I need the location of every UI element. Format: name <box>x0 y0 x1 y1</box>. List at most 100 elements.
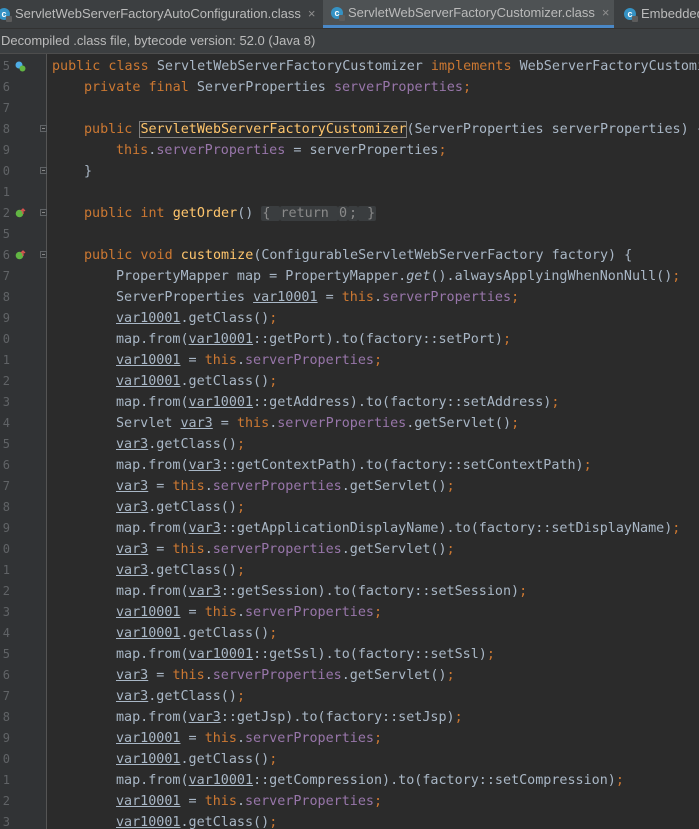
fold-toggle-icon[interactable] <box>40 125 47 132</box>
code-line[interactable]: 3 map.from(var10001::getAddress).to(facto… <box>0 392 699 413</box>
code-token: map.from( <box>116 773 189 788</box>
code-token: var10001 <box>116 605 181 620</box>
code-line[interactable]: 2 var10001 = this.serverProperties; <box>0 791 699 812</box>
code-line[interactable]: 7 <box>0 98 699 119</box>
code-token: serverProperties <box>245 794 374 809</box>
code-line[interactable]: 0 var10001.getClass(); <box>0 749 699 770</box>
code-line[interactable]: 9 this.serverProperties = serverPropertie… <box>0 140 699 161</box>
code-token: serverProperties <box>333 80 463 95</box>
code-line[interactable]: 3 var10001.getClass(); <box>0 812 699 829</box>
code-line[interactable]: 8 ServerProperties var10001 = this.server… <box>0 287 699 308</box>
code-line[interactable]: 2 map.from(var3::getSession).to(factory::… <box>0 581 699 602</box>
code-text: map.from(var10001::getPort).to(factory::… <box>116 329 511 350</box>
code-line[interactable]: 8 var3.getClass(); <box>0 497 699 518</box>
line-number: 5 <box>2 437 10 451</box>
code-token: ; <box>511 290 520 305</box>
code-token: ::getContextPath).to(factory::setContext… <box>220 458 584 473</box>
code-token: .getClass() <box>180 626 270 641</box>
line-number: 9 <box>2 143 10 157</box>
code-token: public void <box>84 248 181 263</box>
code-token: .getClass() <box>180 374 270 389</box>
code-line[interactable]: 0 map.from(var10001::getPort).to(factory:… <box>0 329 699 350</box>
code-line[interactable]: 2 public int getOrder() { return 0; } <box>0 203 699 224</box>
code-line[interactable]: 1 map.from(var10001::getCompression).to(f… <box>0 770 699 791</box>
code-line[interactable]: 9 var10001 = this.serverProperties; <box>0 728 699 749</box>
code-line[interactable]: 6 private final ServerProperties serverPr… <box>0 77 699 98</box>
code-token: ; <box>374 794 383 809</box>
close-icon[interactable]: × <box>308 0 316 28</box>
line-number: 9 <box>2 521 10 535</box>
code-line[interactable]: 7 var3 = this.serverProperties.getServlet… <box>0 476 699 497</box>
code-line[interactable]: 5 map.from(var10001::getSsl).to(factory::… <box>0 644 699 665</box>
code-token: { <box>261 206 280 221</box>
code-line[interactable]: 2 var10001.getClass(); <box>0 371 699 392</box>
code-line[interactable]: 1 <box>0 182 699 203</box>
code-line[interactable]: 9 map.from(var3::getApplicationDisplayNam… <box>0 518 699 539</box>
code-line[interactable]: 1 var10001 = this.serverProperties; <box>0 350 699 371</box>
code-line[interactable]: 4 Servlet var3 = this.serverProperties.ge… <box>0 413 699 434</box>
code-token: .getClass() <box>180 311 270 326</box>
code-line[interactable]: 5 <box>0 224 699 245</box>
code-token: this <box>204 353 237 368</box>
code-line[interactable]: 8 public ServletWebServerFactoryCustomize… <box>0 119 699 140</box>
code-token: var10001 <box>116 374 181 389</box>
code-text: var3 = this.serverProperties.getServlet(… <box>116 665 455 686</box>
class-file-icon: c <box>0 8 12 22</box>
code-token: . <box>204 668 213 683</box>
code-token: .getServlet() <box>341 542 447 557</box>
tab-label: EmbeddedServletContainerAutoConfiguratio… <box>641 6 699 21</box>
override-icon[interactable] <box>15 250 26 261</box>
code-token: serverProperties <box>245 605 374 620</box>
code-text: var10001.getClass(); <box>116 623 277 644</box>
code-line[interactable]: 9 var10001.getClass(); <box>0 308 699 329</box>
code-text: Servlet var3 = this.serverProperties.get… <box>116 413 519 434</box>
code-line[interactable]: 7 PropertyMapper map = PropertyMapper.get… <box>0 266 699 287</box>
code-token: . <box>236 605 245 620</box>
code-token: var10001 <box>253 290 318 305</box>
code-line[interactable]: 3 var10001 = this.serverProperties; <box>0 602 699 623</box>
code-text: map.from(var10001::getAddress).to(factor… <box>116 392 559 413</box>
code-line[interactable]: 7 var3.getClass(); <box>0 686 699 707</box>
decompiled-notice-banner: Decompiled .class file, bytecode version… <box>0 29 699 54</box>
code-token: var10001 <box>116 353 181 368</box>
code-token: = <box>212 416 237 431</box>
code-token: (ServerProperties serverProperties) { <box>406 122 699 137</box>
fold-toggle-icon[interactable] <box>40 209 47 216</box>
fold-toggle-icon[interactable] <box>40 167 47 174</box>
line-number: 4 <box>2 626 10 640</box>
code-token: ; <box>446 668 455 683</box>
code-token: serverProperties <box>277 416 407 431</box>
line-number: 1 <box>2 185 10 199</box>
line-number: 1 <box>2 773 10 787</box>
code-token: map.from( <box>116 521 189 536</box>
code-line[interactable]: 1 var3.getClass(); <box>0 560 699 581</box>
code-editor[interactable]: 5 public class ServletWebServerFactoryCus… <box>0 54 699 829</box>
tab-customizer[interactable]: c ServletWebServerFactoryCustomizer.clas… <box>323 0 614 28</box>
implementation-icon[interactable] <box>15 61 26 72</box>
override-icon[interactable] <box>15 208 26 219</box>
code-line[interactable]: 6 var3 = this.serverProperties.getServlet… <box>0 665 699 686</box>
code-line[interactable]: 0} <box>0 161 699 182</box>
code-line[interactable]: 5 var3.getClass(); <box>0 434 699 455</box>
code-token: this <box>172 542 205 557</box>
code-token: var10001 <box>116 815 181 829</box>
code-token: ; <box>672 269 681 284</box>
code-line[interactable]: 6 public void customize(ConfigurableServl… <box>0 245 699 266</box>
code-token: .getClass() <box>148 689 237 704</box>
code-token: ServletWebServerFactoryCustomizer <box>156 59 431 74</box>
code-token: ; <box>446 542 455 557</box>
fold-toggle-icon[interactable] <box>40 251 47 258</box>
code-text: public class ServletWebServerFactoryCust… <box>52 56 699 77</box>
code-token: ; <box>511 416 520 431</box>
code-text: var3 = this.serverProperties.getServlet(… <box>116 539 455 560</box>
code-line[interactable]: 4 var10001.getClass(); <box>0 623 699 644</box>
code-line[interactable]: 6 map.from(var3::getContextPath).to(facto… <box>0 455 699 476</box>
code-line[interactable]: 8 map.from(var3::getJsp).to(factory::setJ… <box>0 707 699 728</box>
line-number: 6 <box>2 80 10 94</box>
code-text: map.from(var3::getSession).to(factory::s… <box>116 581 527 602</box>
code-line[interactable]: 5 public class ServletWebServerFactoryCus… <box>0 56 699 77</box>
code-line[interactable]: 0 var3 = this.serverProperties.getServlet… <box>0 539 699 560</box>
tab-autoconfiguration[interactable]: c ServletWebServerFactoryAutoConfigurati… <box>0 0 318 28</box>
tab-embedded[interactable]: c EmbeddedServletContainerAutoConfigurat… <box>616 0 699 28</box>
close-icon[interactable]: × <box>602 0 610 27</box>
